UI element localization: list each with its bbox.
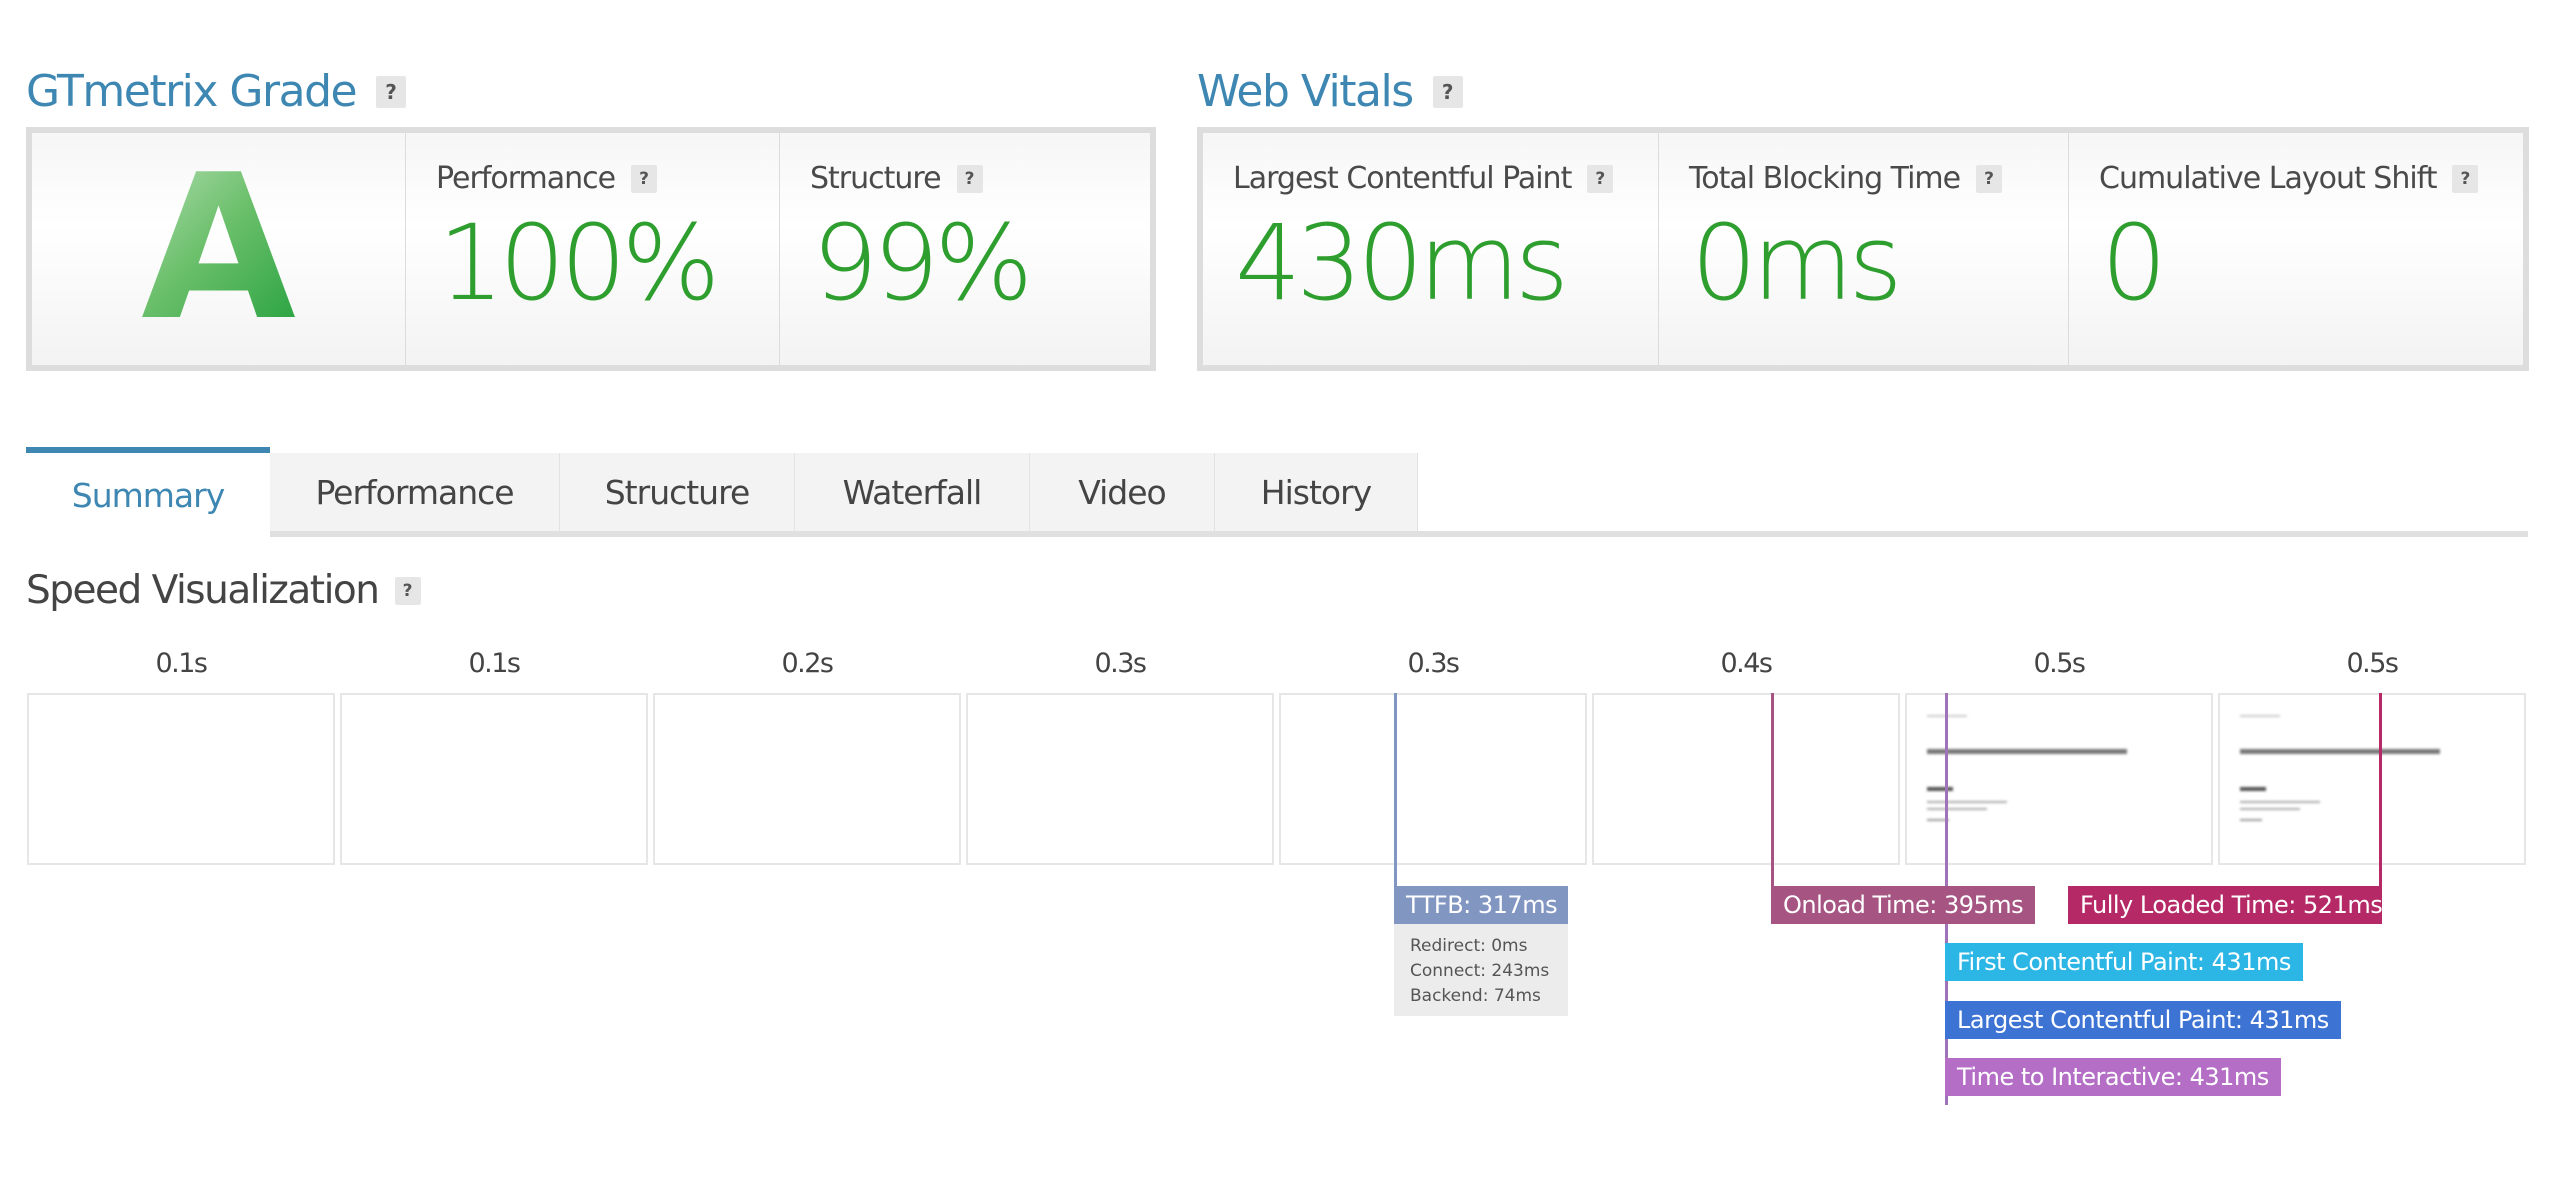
tti-marker: Time to Interactive: 431ms <box>1945 1058 2281 1096</box>
speed-visualization-title: Speed Visualization ? <box>26 568 421 613</box>
report-tabs: Summary Performance Structure Waterfall … <box>26 447 2528 537</box>
gtmetrix-grade-card: A Performance ? 100% Structure ? 99% <box>26 127 1156 371</box>
tab-video[interactable]: Video <box>1030 453 1215 531</box>
structure-label-row: Structure ? <box>810 161 983 196</box>
web-vitals-title: Web Vitals ? <box>1197 66 1463 117</box>
filmstrip-frame[interactable] <box>1905 693 2213 865</box>
fully-loaded-marker: Fully Loaded Time: 521ms <box>2068 886 2383 924</box>
performance-value: 100% <box>438 202 720 324</box>
frame-time-label: 0.1s <box>468 648 521 679</box>
thumbnail-text-line <box>2240 819 2262 821</box>
frame-time-label: 0.5s <box>2346 648 2399 679</box>
frame-time-label: 0.1s <box>155 648 208 679</box>
structure-value: 99% <box>812 202 1033 324</box>
tabs-underline <box>270 531 2528 537</box>
ttfb-backend: Backend: 74ms <box>1410 986 1541 1006</box>
ttfb-line <box>1394 693 1397 886</box>
ttfb-connect: Connect: 243ms <box>1410 961 1550 981</box>
lcp-value: 430ms <box>1235 202 1569 324</box>
thumbnail-text-line <box>1927 801 2007 803</box>
tbt-label: Total Blocking Time <box>1689 161 1961 196</box>
structure-score: Structure ? 99% <box>780 133 1150 365</box>
tab-summary[interactable]: Summary <box>26 447 270 537</box>
thumbnail-text-line <box>2240 715 2280 717</box>
tab-waterfall[interactable]: Waterfall <box>795 453 1030 531</box>
web-vitals-heading: Web Vitals <box>1197 66 1414 117</box>
tbt-label-row: Total Blocking Time ? <box>1689 161 2003 196</box>
tab-history[interactable]: History <box>1215 453 1418 531</box>
lcp-marker: Largest Contentful Paint: 431ms <box>1945 1001 2341 1039</box>
thumbnail-text-line <box>2240 808 2300 810</box>
tab-performance[interactable]: Performance <box>270 453 560 531</box>
filmstrip-frame[interactable] <box>1592 693 1900 865</box>
performance-label-row: Performance ? <box>436 161 658 196</box>
performance-label: Performance <box>436 161 616 196</box>
filmstrip-frame[interactable] <box>2218 693 2526 865</box>
grade-panel: A <box>32 133 406 365</box>
ttfb-details: Redirect: 0ms Connect: 243ms Backend: 74… <box>1394 924 1568 1016</box>
web-vitals-card: Largest Contentful Paint ? 430ms Total B… <box>1197 127 2529 371</box>
filmstrip-frame[interactable] <box>966 693 1274 865</box>
help-icon[interactable]: ? <box>631 164 658 193</box>
filmstrip-frame[interactable] <box>340 693 648 865</box>
frame-time-label: 0.3s <box>1094 648 1147 679</box>
lcp-metric: Largest Contentful Paint ? 430ms <box>1203 133 1659 365</box>
cls-metric: Cumulative Layout Shift ? 0 <box>2069 133 2523 365</box>
speed-visualization-heading: Speed Visualization <box>26 568 380 613</box>
tab-structure[interactable]: Structure <box>560 453 795 531</box>
cls-label: Cumulative Layout Shift <box>2099 161 2437 196</box>
ttfb-redirect: Redirect: 0ms <box>1410 936 1528 956</box>
filmstrip-frame[interactable] <box>653 693 961 865</box>
gtmetrix-grade-heading: GTmetrix Grade <box>26 66 358 117</box>
ttfb-marker: TTFB: 317ms <box>1394 886 1568 924</box>
thumbnail-text-line <box>2240 801 2320 803</box>
thumbnail-text-line <box>1927 749 2127 754</box>
page-thumbnail <box>2240 709 2504 849</box>
onload-marker: Onload Time: 395ms <box>1771 886 2036 924</box>
fcp-marker: First Contentful Paint: 431ms <box>1945 943 2303 981</box>
lcp-label: Largest Contentful Paint <box>1233 161 1572 196</box>
tbt-value: 0ms <box>1691 202 1903 324</box>
fully-loaded-line <box>2379 693 2382 890</box>
help-icon[interactable]: ? <box>1432 75 1463 108</box>
thumbnail-text-line <box>2240 749 2440 754</box>
cls-label-row: Cumulative Layout Shift ? <box>2099 161 2479 196</box>
structure-label: Structure <box>810 161 942 196</box>
performance-score: Performance ? 100% <box>406 133 780 365</box>
frame-time-label: 0.5s <box>2033 648 2086 679</box>
frame-time-label: 0.2s <box>781 648 834 679</box>
help-icon[interactable]: ? <box>394 576 421 605</box>
gtmetrix-grade-title: GTmetrix Grade ? <box>26 66 407 117</box>
help-icon[interactable]: ? <box>956 164 983 193</box>
onload-line <box>1771 693 1774 890</box>
grade-letter: A <box>141 132 296 365</box>
help-icon[interactable]: ? <box>1976 164 2003 193</box>
tbt-metric: Total Blocking Time ? 0ms <box>1659 133 2069 365</box>
thumbnail-text-line <box>1927 808 1987 810</box>
thumbnail-text-line <box>2240 787 2266 791</box>
help-icon[interactable]: ? <box>2452 164 2479 193</box>
frame-time-label: 0.4s <box>1720 648 1773 679</box>
lcp-label-row: Largest Contentful Paint ? <box>1233 161 1614 196</box>
filmstrip-frame[interactable] <box>1279 693 1587 865</box>
help-icon[interactable]: ? <box>1587 164 1614 193</box>
frame-time-label: 0.3s <box>1407 648 1460 679</box>
cls-value: 0 <box>2101 202 2167 324</box>
filmstrip-frame[interactable] <box>27 693 335 865</box>
thumbnail-text-line <box>1927 787 1953 791</box>
page-thumbnail <box>1927 709 2191 849</box>
help-icon[interactable]: ? <box>376 75 407 108</box>
